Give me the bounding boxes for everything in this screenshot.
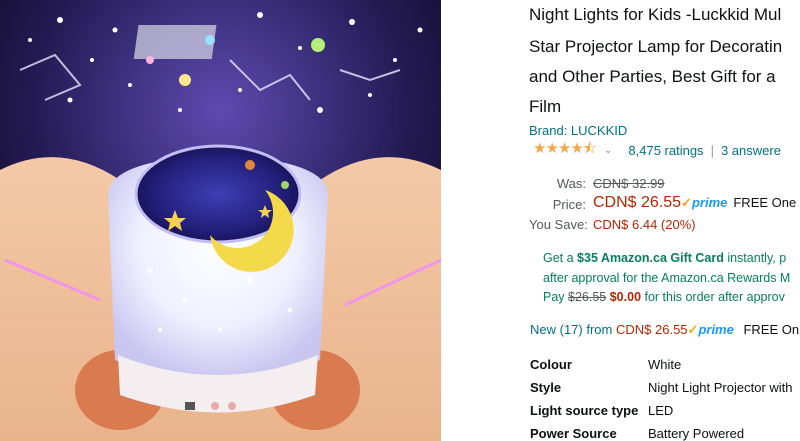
gift-offer-line-2: after approval for the Amazon.ca Rewards… xyxy=(543,271,791,285)
title-line: Night Lights for Kids -Luckkid Mul xyxy=(529,5,782,24)
you-save-label: You Save: xyxy=(529,217,588,232)
gift-new-price: $0.00 xyxy=(609,290,642,304)
gift-text: Pay xyxy=(543,290,569,304)
free-shipping-text: FREE On xyxy=(743,322,800,337)
gift-card-amount: $35 Amazon.ca Gift Card xyxy=(577,251,724,265)
price-row: CDN$ 26.55✓prime FREE One xyxy=(593,194,796,212)
spec-value: Night Light Projector with xyxy=(648,380,793,395)
new-offers-row: New (17) from CDN$ 26.55✓prime FREE On xyxy=(530,322,799,338)
you-save-value: CDN$ 6.44 (20%) xyxy=(593,217,696,232)
prime-logo: prime xyxy=(691,195,728,210)
ratings-count-link[interactable]: 8,475 ratings xyxy=(628,143,703,158)
free-shipping-text: FREE One xyxy=(733,195,797,210)
star-projector-photo xyxy=(0,0,441,441)
star-rating-icon[interactable]: ★★★★⯪ xyxy=(533,138,597,163)
new-offers-link[interactable]: New (17) from xyxy=(530,322,612,337)
title-line: Film xyxy=(529,97,562,116)
price-label: Price: xyxy=(552,197,586,212)
gift-offer-line-1: Get a $35 Amazon.ca Gift Card instantly,… xyxy=(543,251,786,265)
rating-row: ★★★★⯪ ⌄ 8,475 ratings | 3 answere xyxy=(533,140,781,159)
title-line: and Other Parties, Best Gift for a xyxy=(529,67,776,86)
spec-row: Colour White xyxy=(530,357,681,372)
brand-link[interactable]: Brand: LUCKKID xyxy=(529,123,627,138)
spec-value: Battery Powered xyxy=(648,426,745,441)
prime-check-icon: ✓ xyxy=(681,195,692,210)
spec-key: Style xyxy=(530,380,562,395)
gift-text: instantly, p xyxy=(723,251,787,265)
title-line: Star Projector Lamp for Decoratin xyxy=(529,37,783,56)
spec-value: LED xyxy=(648,403,674,418)
spec-key: Light source type xyxy=(530,403,639,418)
new-offers-price: CDN$ 26.55 xyxy=(615,322,688,337)
product-image[interactable] xyxy=(0,0,441,441)
spec-value: White xyxy=(648,357,682,372)
product-details: Night Lights for Kids -Luckkid Mul Star … xyxy=(529,0,800,441)
spec-key: Colour xyxy=(530,357,572,372)
spec-key: Power Source xyxy=(530,426,617,441)
gift-text: Get a xyxy=(543,251,578,265)
spec-row: Power Source Battery Powered xyxy=(530,426,744,441)
spec-row: Light source type LED xyxy=(530,403,673,418)
prime-logo: prime xyxy=(698,322,734,337)
was-price: CDN$ 32.99 xyxy=(593,176,665,191)
gift-text: for this order after approv xyxy=(641,290,785,304)
was-label: Was: xyxy=(556,176,586,191)
gift-old-price: $26.55 xyxy=(568,290,607,304)
spec-row: Style Night Light Projector with xyxy=(530,380,793,395)
divider: | xyxy=(710,142,714,158)
chevron-down-icon[interactable]: ⌄ xyxy=(604,145,612,156)
current-price: CDN$ 26.55 xyxy=(593,194,682,211)
answered-questions-link[interactable]: 3 answere xyxy=(721,143,781,158)
prime-check-icon: ✓ xyxy=(687,322,699,337)
gift-offer-line-3: Pay $26.55 $0.00 for this order after ap… xyxy=(543,290,785,304)
